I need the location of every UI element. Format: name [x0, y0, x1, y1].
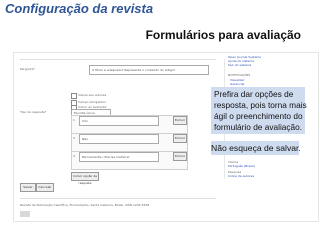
delete-option-button[interactable]: Excluir [173, 116, 187, 125]
slide-subtitle: Formulários para avaliação [145, 28, 301, 42]
response-type-label: Tipo de resposta* [20, 110, 47, 114]
delete-option-button[interactable]: Excluir [173, 152, 187, 161]
footer-logo [20, 211, 30, 217]
option-value: Não [82, 137, 88, 141]
language-select[interactable]: Português (Brasil) [228, 164, 255, 168]
question-value: O título é adequado? Representa o conteú… [92, 68, 176, 72]
add-option-button[interactable]: Incluir opção de resposta [71, 172, 99, 185]
tip-line: Prefira dar opções de [214, 89, 294, 99]
option-number: 1 [73, 118, 75, 122]
required-label: Campo obrigatório [78, 100, 107, 104]
footer-divider [20, 198, 216, 199]
search-link[interactable]: Índice de autores [228, 174, 254, 178]
slide-title: Configuração da revista [5, 1, 154, 16]
visible-label: Visível aos autores [78, 93, 107, 97]
reminder-callout: Não esqueça de salvar. [211, 141, 301, 155]
option-value: Parcialmente / Precisa melhorar [82, 155, 130, 159]
sidebar-link[interactable]: Sair do sistema [228, 63, 251, 67]
header-divider [20, 59, 216, 60]
visible-checkbox[interactable] [71, 93, 77, 99]
sidebar-section-link[interactable]: Gerenciar [230, 82, 245, 86]
sidebar-section-title: NOTIFICAÇÕES [228, 73, 251, 77]
tip-line: ágil o preenchimento do [214, 111, 303, 121]
cancel-button[interactable]: Cancelar [36, 183, 54, 192]
option-number: 2 [73, 136, 75, 140]
tip-line: resposta, pois torna mais [214, 100, 307, 110]
question-field[interactable]: O título é adequado? Representa o conteú… [89, 65, 209, 75]
footer-text: Revista de Publicação Científica, Floria… [20, 203, 150, 207]
option-value: Sim [82, 119, 88, 123]
tip-line: formulário de avaliação. [214, 122, 303, 132]
option-input[interactable]: Parcialmente / Precisa melhorar [79, 152, 159, 162]
option-input[interactable]: Sim [79, 116, 159, 126]
embedded-screenshot: Pergunta* O título é adequado? Represent… [13, 52, 319, 222]
option-number: 3 [73, 154, 75, 158]
save-button[interactable]: Salvar [20, 183, 36, 192]
option-input[interactable]: Não [79, 134, 159, 144]
question-label: Pergunta* [20, 67, 35, 71]
tip-callout: Prefira dar opções de resposta, pois tor… [211, 87, 307, 134]
delete-option-button[interactable]: Excluir [173, 134, 187, 143]
